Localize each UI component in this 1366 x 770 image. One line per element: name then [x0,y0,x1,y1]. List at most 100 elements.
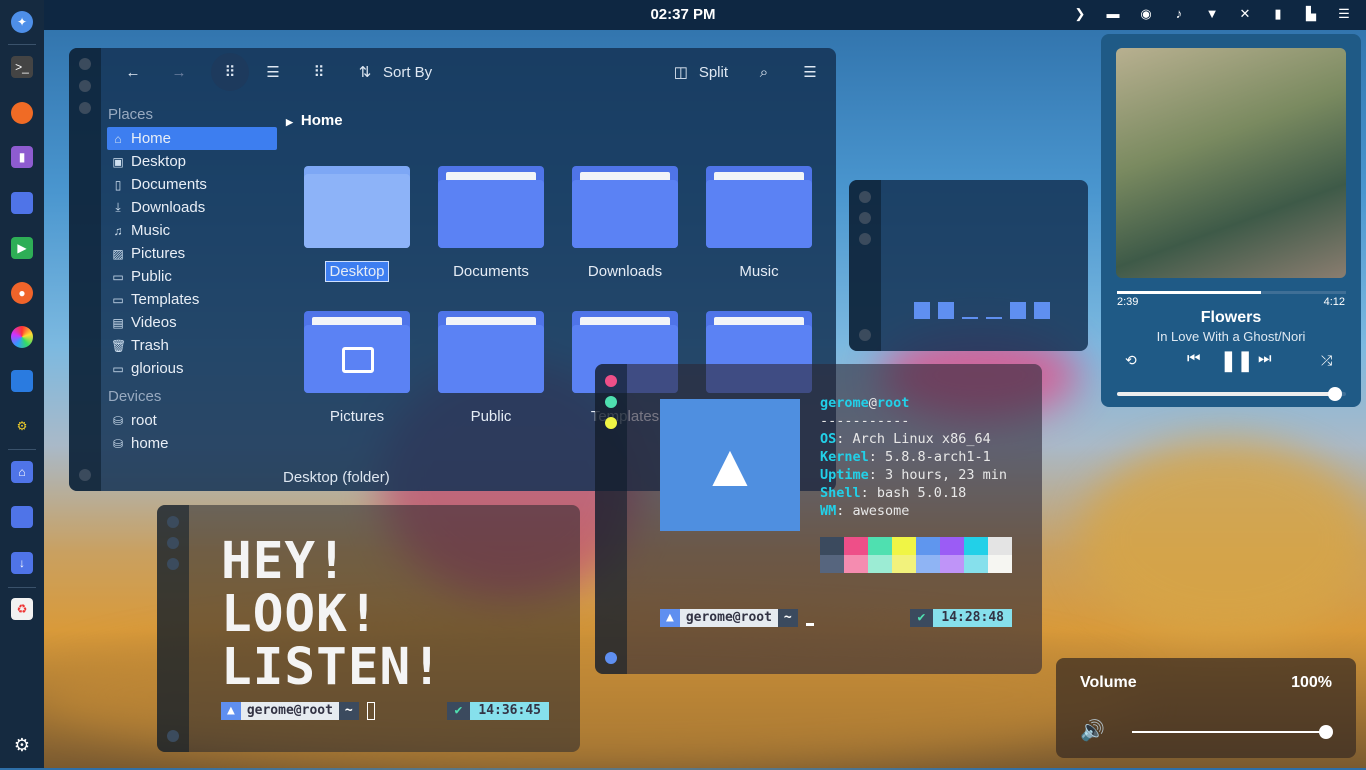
color-picker-icon[interactable] [11,326,33,348]
folder-label[interactable]: Desktop [287,261,427,282]
window-menu-button[interactable] [605,652,617,664]
sidebar-item-glorious[interactable]: ▭ glorious [107,357,277,380]
twitch-icon[interactable]: ▮ [11,146,33,168]
folder-music[interactable] [706,166,812,248]
folder-label[interactable]: Downloads [555,263,695,280]
close-button[interactable] [167,516,179,528]
menu-icon[interactable]: ☰ [796,58,824,86]
minimize-button[interactable] [859,233,871,245]
folder-pictures[interactable] [304,311,410,393]
shuffle-icon[interactable]: ⤮ [1321,352,1332,369]
minimize-button[interactable] [605,417,617,429]
repeat-icon[interactable]: ⟲ [1125,352,1137,369]
firefox-icon[interactable] [11,102,33,124]
folder-documents[interactable] [438,166,544,248]
sort-icon[interactable]: ⇅ [351,58,379,86]
folder-downloads[interactable] [572,166,678,248]
close-button[interactable] [79,58,91,70]
device-root[interactable]: ⛁ root [107,409,277,432]
close-button[interactable] [859,191,871,203]
files-icon[interactable] [11,192,33,214]
media-player-icon[interactable]: ▶ [11,237,33,259]
maximize-button[interactable] [859,212,871,224]
compact-view-button[interactable]: ⠿ [305,58,333,86]
back-button[interactable]: ← [119,58,147,86]
breadcrumb-arrow-icon: ▶ [286,117,293,127]
progress-bar[interactable] [1117,291,1346,294]
record-icon[interactable]: ◉ [1138,6,1154,22]
sidebar-item-downloads[interactable]: ⤓ Downloads [107,196,277,219]
terminal-window[interactable]: HEY! LOOK! LISTEN! ▲ gerome@root ~ ✔ 14:… [157,505,580,752]
gear-icon[interactable]: ⚙ [11,734,33,756]
menu-icon[interactable]: ☰ [1336,6,1352,22]
forward-button[interactable]: → [165,58,193,86]
slider-handle[interactable] [1327,387,1342,401]
previous-icon[interactable]: ⏮ [1187,350,1201,367]
terminal-icon[interactable]: >_ [11,56,33,78]
bluetooth-off-icon[interactable]: ✕ [1237,6,1253,22]
launcher-icon[interactable]: ✦ [11,11,33,33]
folder-label-text: Desktop [325,261,389,282]
sidebar-item-pictures[interactable]: ▨ Pictures [107,242,277,265]
documents-folder-icon[interactable] [11,506,33,528]
maximize-button[interactable] [167,537,179,549]
speaker-icon[interactable]: 🔊 [1080,718,1105,743]
folder-desktop[interactable] [304,166,410,248]
folder-label[interactable]: Music [689,263,829,280]
maximize-button[interactable] [79,80,91,92]
music-note-icon[interactable]: ♪ [1171,6,1187,22]
player-volume-slider[interactable] [1117,387,1346,401]
package-icon[interactable] [11,370,33,392]
list-view-button[interactable]: ☰ [259,58,287,86]
sidebar-item-desktop[interactable]: ▣ Desktop [107,150,277,173]
places-sidebar: Places ⌂ Home ▣ Desktop ▯ Documents ⤓ Downloads… [107,106,277,455]
volume-slider[interactable] [1132,725,1333,739]
folder-icon: ▭ [112,292,124,307]
wifi-icon[interactable]: ▼ [1204,6,1220,22]
home-folder-icon[interactable]: ⌂ [11,461,33,483]
sort-by-button[interactable]: Sort By [383,64,432,81]
palette-swatch [844,555,868,573]
device-home[interactable]: ⛁ home [107,432,277,455]
battery-unknown-icon[interactable]: ▮ [1270,6,1286,22]
trash-icon[interactable]: ♻ [11,598,33,620]
sidebar-item-home[interactable]: ⌂ Home [107,127,277,150]
sidebar-item-music[interactable]: ♫ Music [107,219,277,242]
folder-label[interactable]: Pictures [287,408,427,425]
elapsed-time: 2:39 [1117,296,1139,308]
window-menu-button[interactable] [79,469,91,481]
maximize-button[interactable] [605,396,617,408]
chevron-right-icon[interactable]: ❯ [1072,6,1088,22]
next-icon[interactable]: ⏭ [1258,350,1272,367]
dock-separator [8,44,36,45]
search-icon[interactable]: ⌕ [750,58,778,86]
layout-icon[interactable]: ▙ [1303,6,1319,22]
split-button[interactable]: Split [699,64,728,81]
sidebar-item-documents[interactable]: ▯ Documents [107,173,277,196]
sidebar-item-public[interactable]: ▭ Public [107,265,277,288]
close-button[interactable] [605,375,617,387]
sidebar-item-templates[interactable]: ▭ Templates [107,288,277,311]
split-icon[interactable]: ◫ [667,58,695,86]
sidebar-item-videos[interactable]: ▤ Videos [107,311,277,334]
window-menu-button[interactable] [167,730,179,742]
games-icon[interactable]: ● [11,282,33,304]
folder-label[interactable]: Documents [421,263,561,280]
neofetch-terminal-window[interactable]: ▲ gerome@root ----------- OS: Arch Linux… [595,364,1042,674]
pause-icon[interactable]: ❚❚ [1220,348,1254,373]
settings-nodes-icon[interactable]: ⚙ [11,415,33,437]
slider-handle[interactable] [1319,725,1333,739]
home-icon: ⌂ [114,131,122,146]
sidebar-item-trash[interactable]: 🗑 Trash [107,334,277,357]
info-separator: ----------- [820,413,910,429]
minimize-button[interactable] [167,558,179,570]
folder-label[interactable]: Public [421,408,561,425]
window-icon[interactable]: ▬ [1105,6,1121,22]
window-menu-button[interactable] [859,329,871,341]
downloads-folder-icon[interactable]: ↓ [11,552,33,574]
folder-public[interactable] [438,311,544,393]
breadcrumb[interactable]: ▶ Home [286,112,343,129]
minimize-button[interactable] [79,102,91,114]
document-icon: ▯ [114,177,122,192]
grid-view-button[interactable]: ⠿ [211,53,249,91]
